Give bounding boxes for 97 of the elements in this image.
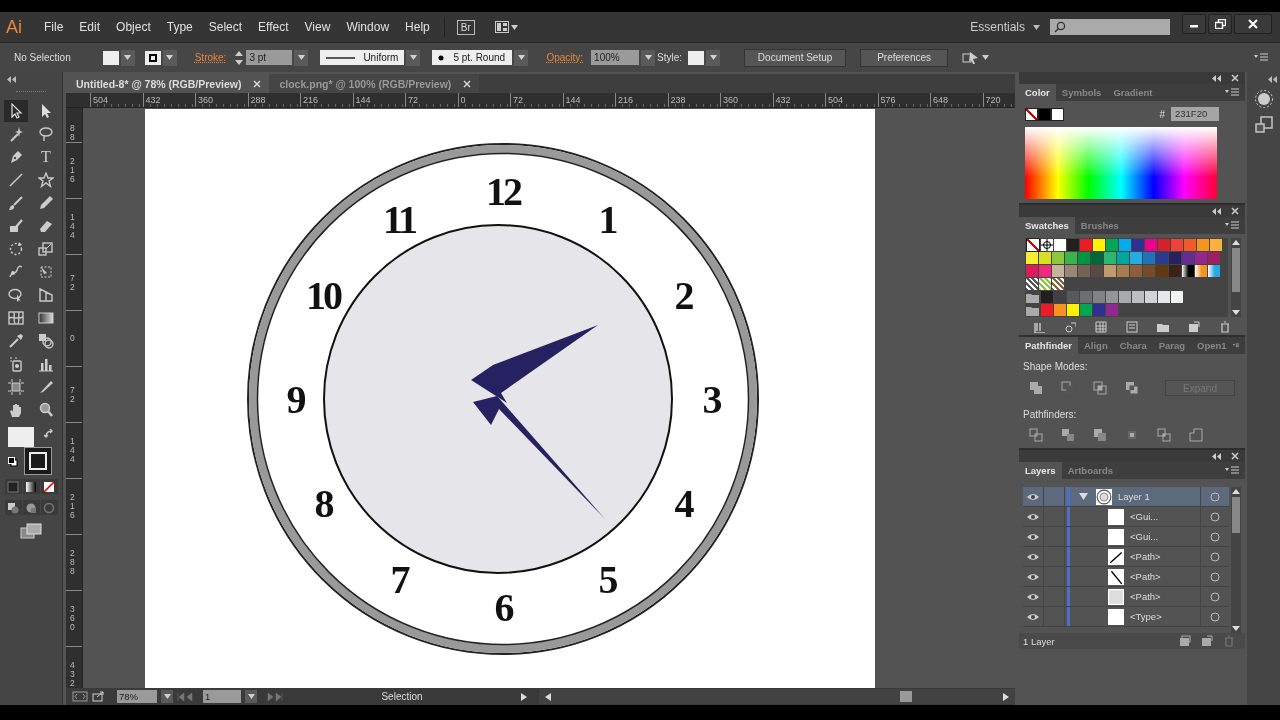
ruler-label: 144 — [565, 95, 581, 105]
style-label: Style: — [657, 52, 683, 63]
ruler-label: 216 — [70, 157, 76, 184]
ruler-label: 360 — [70, 605, 76, 632]
ruler-label: 504 — [828, 95, 844, 105]
ruler-label: 360 — [198, 95, 214, 105]
selection-status: No Selection — [14, 52, 71, 63]
clock-numeral: 1 — [598, 196, 616, 242]
menu-item[interactable]: Edit — [79, 20, 101, 34]
menu-item[interactable]: View — [304, 20, 331, 34]
opacity-field[interactable]: 100% — [591, 50, 640, 65]
menu-item[interactable]: Type — [166, 20, 193, 34]
stroke-weight-field[interactable]: 3 pt — [246, 50, 293, 65]
layer-row[interactable]: Layer 1 — [1023, 487, 1229, 507]
ruler-label: 576 — [880, 95, 896, 105]
zoom-field[interactable]: 78% — [117, 690, 157, 703]
layer-name: <Gui... — [1130, 511, 1160, 522]
ruler-label: 144 — [70, 437, 76, 464]
panel-tab[interactable]: Swatches — [1019, 217, 1075, 234]
ruler-label: 432 — [145, 95, 161, 105]
layer-name: <Path> — [1130, 571, 1162, 582]
layer-row[interactable]: <Gui... — [1023, 507, 1229, 527]
app-logo: Ai — [6, 16, 22, 38]
clock-numeral: 11 — [383, 196, 415, 242]
ruler-label: 72 — [408, 95, 418, 105]
ruler-label: 216 — [303, 95, 319, 105]
menu-item[interactable]: Window — [346, 20, 390, 34]
type-tool-button[interactable]: T — [34, 146, 58, 168]
ruler-label: 238 — [670, 95, 686, 105]
clock-numeral: 10 — [305, 273, 340, 318]
document-tab[interactable]: clock.png* @ 100% (RGB/Preview) — [269, 74, 480, 93]
ruler-label: 144 — [355, 95, 371, 105]
layer-name: <Gui... — [1130, 531, 1160, 542]
ruler-label: 720 — [985, 95, 1001, 105]
clock-numeral: 3 — [702, 377, 720, 422]
opacity-link[interactable]: Opacity: — [546, 52, 584, 63]
ruler-label: 72 — [70, 385, 76, 404]
document-tab[interactable]: Untitled-8* @ 78% (RGB/Preview) — [66, 74, 270, 93]
ruler-label: 360 — [723, 95, 739, 105]
hex-field[interactable]: 231F20 — [1171, 107, 1219, 121]
clock-numeral: 6 — [494, 585, 512, 630]
layer-row[interactable]: <Gui... — [1023, 527, 1229, 547]
layer-name: <Type> — [1130, 611, 1163, 622]
clock-numeral: 2 — [674, 273, 692, 318]
ruler-label: 504 — [93, 95, 109, 105]
clock-numeral: 12 — [486, 169, 520, 214]
ruler-label: 648 — [933, 95, 949, 105]
ruler-label: 288 — [250, 95, 266, 105]
menu-item[interactable]: Object — [116, 20, 151, 34]
layer-count: 1 Layer — [1023, 635, 1055, 647]
clock-numeral: 4 — [674, 481, 692, 526]
artboard-number-field[interactable]: 1 — [203, 690, 241, 703]
layer-row[interactable]: <Path> — [1023, 587, 1229, 607]
layer-name: <Path> — [1130, 591, 1162, 602]
section-label: Shape Modes: — [1022, 360, 1089, 374]
layer-row[interactable]: <Path> — [1023, 547, 1229, 567]
ruler-label: 432 — [775, 95, 791, 105]
panel-tab[interactable]: Gradient — [1107, 84, 1159, 101]
panel-tab[interactable]: Layers — [1019, 462, 1062, 479]
ruler-label: 432 — [70, 661, 76, 688]
menu-item[interactable]: Select — [208, 20, 243, 34]
ruler-label: 216 — [70, 493, 76, 520]
brush-field[interactable]: 5 pt. Round — [432, 50, 513, 65]
workspace-switcher[interactable]: Essentials — [970, 20, 1025, 34]
panel-tab[interactable]: Color — [1019, 84, 1056, 101]
toolbar-button[interactable]: Document Setup — [744, 48, 847, 67]
layer-name: <Path> — [1130, 551, 1162, 562]
panel-tab[interactable]: Pathfinder — [1019, 337, 1078, 354]
layer-row[interactable]: <Path> — [1023, 567, 1229, 587]
ruler-label: 0 — [460, 95, 466, 105]
clock-numeral: 9 — [286, 377, 304, 422]
stroke-link[interactable]: Stroke: — [194, 52, 227, 63]
section-label: Pathfinders: — [1022, 408, 1078, 422]
clock-numeral: 7 — [390, 557, 408, 603]
menu-item[interactable]: Effect — [258, 20, 289, 34]
layer-name: Layer 1 — [1118, 491, 1151, 502]
layer-row[interactable]: <Type> — [1023, 607, 1229, 627]
clock-numeral: 8 — [314, 481, 332, 526]
ruler-label: 88 — [70, 124, 76, 142]
ruler-label: 216 — [618, 95, 634, 105]
hex-label: # — [1159, 108, 1165, 120]
panel-tab[interactable]: Brushes — [1074, 217, 1125, 234]
bridge-button[interactable]: Br — [456, 19, 475, 35]
current-tool-status[interactable]: Selection — [287, 691, 517, 702]
ruler-label: 0 — [70, 334, 76, 343]
ruler-label: 288 — [70, 549, 76, 576]
menu-item[interactable]: Help — [405, 20, 430, 34]
panel-tab[interactable]: Chara — [1113, 337, 1153, 354]
panel-tab[interactable]: Open1 — [1191, 337, 1233, 354]
clock-numeral: 5 — [598, 557, 616, 603]
menu-item[interactable]: File — [44, 20, 64, 34]
stroke-profile-field[interactable]: Uniform — [320, 50, 405, 65]
panel-tab[interactable]: Symbols — [1055, 84, 1108, 101]
ruler-label: 144 — [70, 213, 76, 240]
ruler-label: 72 — [70, 273, 76, 292]
toolbar-button[interactable]: Preferences — [860, 48, 949, 67]
ruler-label: 72 — [513, 95, 523, 105]
